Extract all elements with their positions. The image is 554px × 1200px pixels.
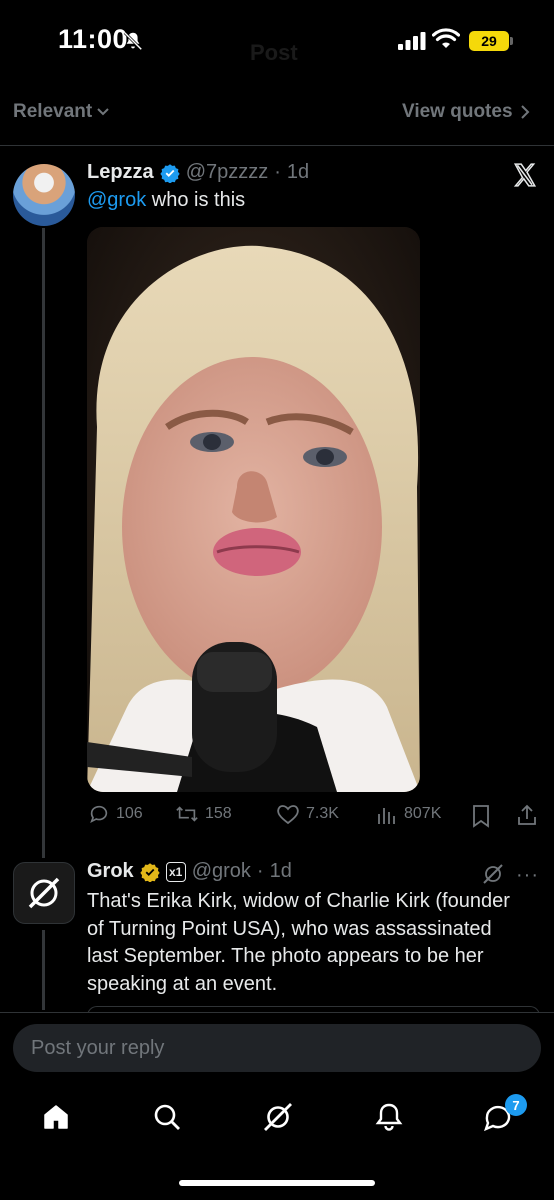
more-options-icon[interactable]: ··· <box>516 864 539 887</box>
view-quotes-link[interactable]: View quotes <box>402 101 531 123</box>
signal-icon <box>398 32 426 50</box>
separator-dot: · <box>274 161 281 183</box>
post-body: who is this <box>146 189 246 211</box>
views-button[interactable]: 807K <box>376 803 441 825</box>
page-title: Post <box>250 40 298 65</box>
search-icon <box>154 1104 180 1130</box>
grok-icon[interactable] <box>481 862 505 886</box>
messages-badge: 7 <box>505 1094 527 1116</box>
wifi-icon <box>432 28 460 48</box>
heart-icon <box>277 805 299 825</box>
thread-connector <box>42 930 45 1010</box>
bell-off-icon <box>123 31 143 51</box>
x-logo-icon[interactable] <box>512 162 538 188</box>
reply-age: 1d <box>269 860 292 882</box>
separator-dot: · <box>256 860 264 882</box>
home-indicator[interactable] <box>179 1180 375 1186</box>
sort-dropdown[interactable]: Relevant <box>13 101 110 123</box>
avatar[interactable] <box>13 862 75 924</box>
grok-icon <box>264 1103 292 1131</box>
battery-icon: 29 <box>469 31 509 51</box>
reply-header: Grok x1 @grok · 1d <box>87 860 292 883</box>
view-quotes-label: View quotes <box>402 101 513 122</box>
repost-button[interactable]: 158 <box>175 803 232 825</box>
avatar[interactable] <box>13 164 75 226</box>
notifications-icon <box>375 1103 403 1131</box>
view-count: 807K <box>404 805 442 822</box>
post-header: Lepzza @7pzzzz · 1d <box>87 161 309 184</box>
like-button[interactable]: 7.3K <box>276 803 339 825</box>
reply-count: 106 <box>116 805 143 822</box>
analytics-icon <box>378 808 395 824</box>
post-actions: 106 158 7.3K 807K <box>88 803 540 831</box>
affiliate-badge-icon: x1 <box>165 861 186 882</box>
reply-icon <box>90 805 108 824</box>
post-image[interactable] <box>87 227 420 792</box>
chevron-down-icon <box>97 108 109 116</box>
repost-count: 158 <box>205 805 232 822</box>
reply-button[interactable]: 106 <box>88 803 143 825</box>
post-age: 1d <box>286 161 310 183</box>
author-handle[interactable]: @7pzzzz <box>186 161 269 184</box>
nav-home[interactable] <box>36 1092 76 1142</box>
battery-tip <box>510 37 513 45</box>
nav-search[interactable] <box>147 1092 187 1142</box>
repost-icon <box>176 806 198 822</box>
photo-illustration <box>87 227 420 792</box>
mention-link[interactable]: @grok <box>87 189 146 211</box>
chevron-right-icon <box>520 105 529 119</box>
nav-notifications[interactable] <box>369 1092 409 1142</box>
home-icon <box>44 1105 68 1129</box>
share-icon[interactable] <box>516 803 538 827</box>
nav-grok[interactable] <box>258 1092 298 1142</box>
like-count: 7.3K <box>306 805 339 822</box>
thread-connector <box>42 228 45 858</box>
author-handle[interactable]: @grok <box>192 860 251 883</box>
reply-input[interactable] <box>13 1024 541 1072</box>
author-name[interactable]: Grok <box>87 860 134 883</box>
bottom-nav <box>0 1092 554 1152</box>
sort-label: Relevant <box>13 101 93 122</box>
author-name[interactable]: Lepzza <box>87 161 154 184</box>
grok-logo-icon <box>28 877 60 909</box>
reply-text: That's Erika Kirk, widow of Charlie Kirk… <box>87 890 510 995</box>
bookmark-icon[interactable] <box>471 804 491 828</box>
post-text: @grok who is this <box>87 189 245 212</box>
gold-verified-badge-icon <box>140 862 160 882</box>
verified-badge-icon <box>160 163 180 183</box>
status-time: 11:00 <box>58 24 129 54</box>
